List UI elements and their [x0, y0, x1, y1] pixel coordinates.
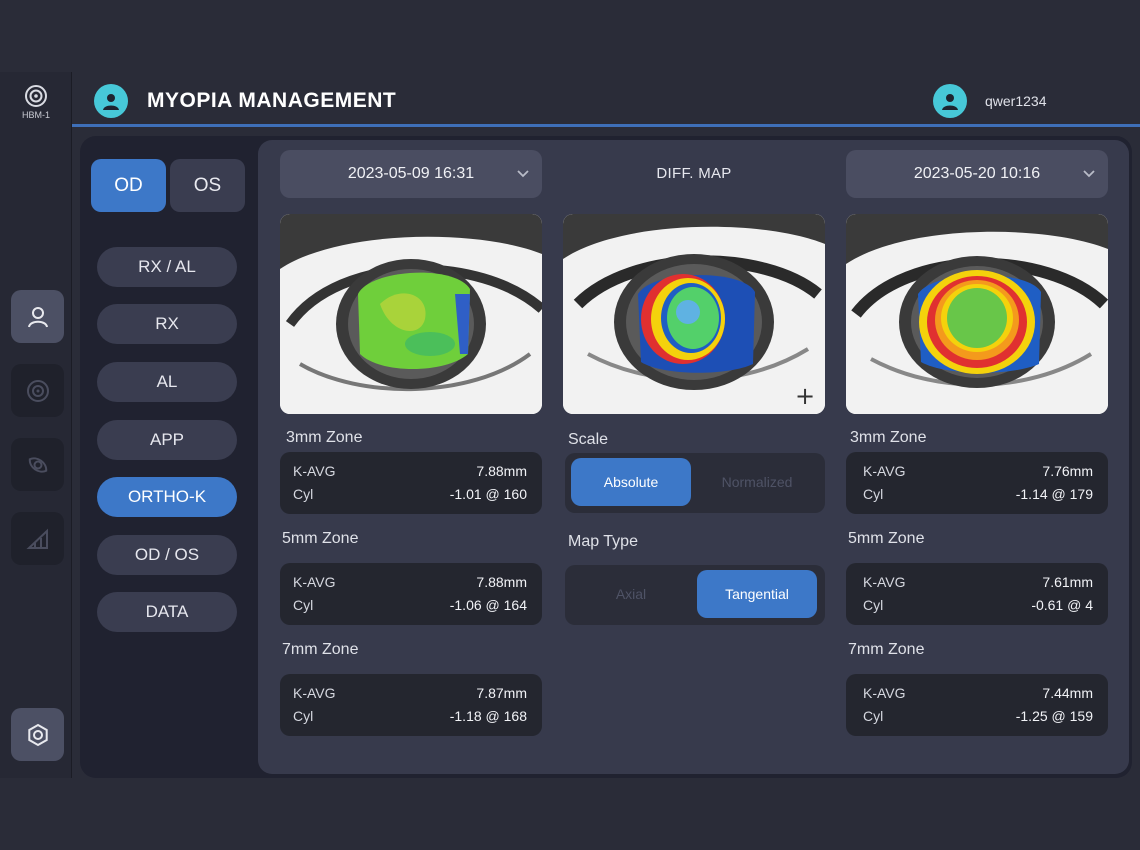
right-topography-image[interactable] — [846, 214, 1108, 414]
scale-segmented-control: Absolute Normalized — [565, 453, 825, 513]
cyl-value: -1.18 @ 168 — [449, 708, 527, 724]
right-zone-7mm-title: 7mm Zone — [848, 641, 925, 658]
chevron-down-icon — [517, 170, 529, 178]
left-zone-3mm-title: 3mm Zone — [286, 429, 363, 446]
settings-gear-icon — [27, 723, 48, 746]
kavg-label: K-AVG — [863, 463, 906, 479]
nav-chart-button[interactable] — [11, 512, 64, 565]
zoom-plus-icon[interactable]: + — [795, 382, 815, 410]
person-icon — [942, 94, 958, 110]
menu-rx-al[interactable]: RX / AL — [97, 247, 237, 287]
diff-topography-image[interactable]: + — [563, 214, 825, 414]
right-zone-3mm-card: K-AVG 7.76mm Cyl -1.14 @ 179 — [846, 452, 1108, 514]
cyl-value: -1.14 @ 179 — [1015, 486, 1093, 502]
chart-icon — [25, 528, 48, 549]
scale-title: Scale — [568, 431, 609, 448]
map-type-title: Map Type — [568, 533, 638, 550]
right-zone-5mm-title: 5mm Zone — [848, 530, 925, 547]
menu-rx[interactable]: RX — [97, 304, 237, 344]
kavg-value: 7.44mm — [1042, 685, 1093, 701]
right-zone-7mm-card: K-AVG 7.44mm Cyl -1.25 @ 159 — [846, 674, 1108, 736]
right-date-value: 2023-05-20 10:16 — [913, 165, 1041, 182]
kavg-label: K-AVG — [293, 463, 336, 479]
od-toggle[interactable]: OD — [91, 159, 166, 212]
right-date-select[interactable]: 2023-05-20 10:16 — [846, 150, 1108, 198]
menu-app[interactable]: APP — [97, 420, 237, 460]
device-label: HBM-1 — [21, 110, 50, 120]
right-zone-5mm-card: K-AVG 7.61mm Cyl -0.61 @ 4 — [846, 563, 1108, 625]
nav-eye-scan-button[interactable] — [11, 438, 64, 491]
left-date-select[interactable]: 2023-05-09 16:31 — [280, 150, 542, 198]
cyl-label: Cyl — [293, 597, 314, 613]
user-icon — [27, 306, 48, 327]
kavg-value: 7.88mm — [476, 463, 527, 479]
lens-icon — [25, 85, 47, 107]
user-avatar[interactable] — [933, 84, 967, 118]
cyl-label: Cyl — [293, 708, 314, 724]
map-type-axial-option[interactable]: Axial — [571, 570, 691, 618]
cyl-label: Cyl — [863, 597, 884, 613]
cyl-value: -1.25 @ 159 — [1015, 708, 1093, 724]
eye-scan-icon — [28, 456, 47, 473]
right-zone-3mm-title: 3mm Zone — [850, 429, 927, 446]
cyl-label: Cyl — [863, 708, 884, 724]
kavg-value: 7.61mm — [1042, 574, 1093, 590]
left-zone-7mm-title: 7mm Zone — [282, 641, 359, 658]
kavg-label: K-AVG — [293, 685, 336, 701]
diff-map-label: DIFF. MAP — [656, 165, 732, 182]
scale-normalized-option[interactable]: Normalized — [697, 458, 817, 506]
nav-user-button[interactable] — [11, 290, 64, 343]
cyl-value: -1.01 @ 160 — [449, 486, 527, 502]
app-avatar — [94, 84, 128, 118]
map-type-segmented-control: Axial Tangential — [565, 565, 825, 625]
menu-ortho-k[interactable]: ORTHO-K — [97, 477, 237, 517]
cyl-value: -0.61 @ 4 — [1031, 597, 1093, 613]
nav-rail: HBM-1 — [0, 72, 72, 778]
cyl-value: -1.06 @ 164 — [449, 597, 527, 613]
menu-al[interactable]: AL — [97, 362, 237, 402]
scale-absolute-option[interactable]: Absolute — [571, 458, 691, 506]
kavg-value: 7.76mm — [1042, 463, 1093, 479]
kavg-value: 7.87mm — [476, 685, 527, 701]
map-type-tangential-option[interactable]: Tangential — [697, 570, 817, 618]
cyl-label: Cyl — [293, 486, 314, 502]
kavg-label: K-AVG — [293, 574, 336, 590]
page-title: MYOPIA MANAGEMENT — [147, 89, 397, 112]
kavg-label: K-AVG — [863, 574, 906, 590]
person-icon — [103, 94, 119, 110]
left-zone-7mm-card: K-AVG 7.87mm Cyl -1.18 @ 168 — [280, 674, 542, 736]
left-zone-5mm-card: K-AVG 7.88mm Cyl -1.06 @ 164 — [280, 563, 542, 625]
nav-target-button[interactable] — [11, 364, 64, 417]
menu-data[interactable]: DATA — [97, 592, 237, 632]
target-icon — [26, 379, 49, 402]
menu-od-os[interactable]: OD / OS — [97, 535, 237, 575]
username[interactable]: qwer1234 — [985, 93, 1047, 109]
kavg-value: 7.88mm — [476, 574, 527, 590]
os-toggle[interactable]: OS — [170, 159, 245, 212]
left-zone-5mm-title: 5mm Zone — [282, 530, 359, 547]
device-badge: HBM-1 — [12, 84, 60, 120]
nav-settings-button[interactable] — [11, 708, 64, 761]
cyl-label: Cyl — [863, 486, 884, 502]
header-divider — [72, 124, 1140, 127]
left-zone-3mm-card: K-AVG 7.88mm Cyl -1.01 @ 160 — [280, 452, 542, 514]
kavg-label: K-AVG — [863, 685, 906, 701]
left-date-value: 2023-05-09 16:31 — [347, 165, 475, 182]
left-topography-image[interactable] — [280, 214, 542, 414]
chevron-down-icon — [1083, 170, 1095, 178]
